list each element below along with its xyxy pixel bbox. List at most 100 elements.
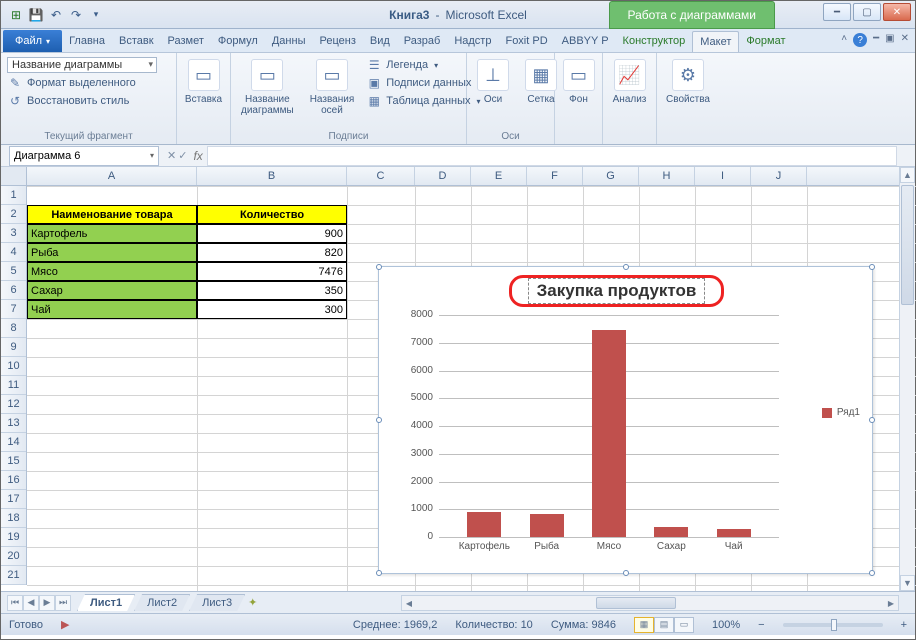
col-header-G[interactable]: G xyxy=(583,167,639,185)
data-table-button[interactable]: ▦Таблица данных▾ xyxy=(366,93,481,109)
axis-titles-button[interactable]: ▭Названия осей xyxy=(306,57,359,118)
row-headers[interactable]: 123456789101112131415161718192021 xyxy=(1,186,27,585)
vscroll-thumb[interactable] xyxy=(901,185,914,305)
cell-A5[interactable]: Мясо xyxy=(27,262,197,281)
save-icon[interactable]: 💾 xyxy=(27,6,45,24)
col-header-H[interactable]: H xyxy=(639,167,695,185)
cell-B3[interactable]: 900 xyxy=(197,224,347,243)
cell-B7[interactable]: 300 xyxy=(197,300,347,319)
mdi-close-icon[interactable]: ✕ xyxy=(901,33,909,47)
ribbon-tab-13[interactable]: Формат xyxy=(739,31,792,52)
ribbon-tab-6[interactable]: Вид xyxy=(363,31,397,52)
sheet-nav-0[interactable]: ⏮ xyxy=(7,595,23,611)
formula-input[interactable] xyxy=(207,146,897,166)
col-header-I[interactable]: I xyxy=(695,167,751,185)
scroll-left-icon[interactable]: ◀ xyxy=(402,596,416,610)
row-header-7[interactable]: 7 xyxy=(1,300,26,319)
horizontal-scrollbar[interactable]: ◀ ▶ xyxy=(401,595,899,611)
ribbon-tab-0[interactable]: Главна xyxy=(62,31,112,52)
row-header-10[interactable]: 10 xyxy=(1,357,26,376)
sheet-nav-1[interactable]: ◀ xyxy=(23,595,39,611)
row-header-12[interactable]: 12 xyxy=(1,395,26,414)
scroll-down-icon[interactable]: ▼ xyxy=(900,575,915,591)
row-header-1[interactable]: 1 xyxy=(1,186,26,205)
bar-Мясо[interactable] xyxy=(592,330,626,537)
vertical-scrollbar[interactable]: ▲ ▼ xyxy=(899,167,915,591)
row-header-5[interactable]: 5 xyxy=(1,262,26,281)
new-sheet-icon[interactable]: ✦ xyxy=(248,596,257,609)
select-all-button[interactable] xyxy=(1,167,27,186)
background-button[interactable]: ▭Фон xyxy=(561,57,596,107)
hscroll-thumb[interactable] xyxy=(596,597,676,609)
mdi-restore-icon[interactable]: ▣ xyxy=(885,33,894,47)
ribbon-tab-8[interactable]: Надстр xyxy=(447,31,498,52)
row-header-16[interactable]: 16 xyxy=(1,471,26,490)
chart-plot-area[interactable]: 010002000300040005000600070008000Картофе… xyxy=(439,315,779,537)
sheet-nav-buttons[interactable]: ⏮◀▶⏭ xyxy=(7,595,71,611)
scroll-up-icon[interactable]: ▲ xyxy=(900,167,915,183)
mdi-minimize-icon[interactable]: ━ xyxy=(873,33,879,47)
cell-A7[interactable]: Чай xyxy=(27,300,197,319)
zoom-out-button[interactable]: − xyxy=(758,619,764,631)
redo-icon[interactable]: ↷ xyxy=(67,6,85,24)
macro-record-icon[interactable]: ▶ xyxy=(61,618,69,631)
data-labels-button[interactable]: ▣Подписи данных▾ xyxy=(366,75,481,91)
row-header-11[interactable]: 11 xyxy=(1,376,26,395)
ribbon-tab-9[interactable]: Foxit PD xyxy=(498,31,554,52)
row-header-19[interactable]: 19 xyxy=(1,528,26,547)
col-header-C[interactable]: C xyxy=(347,167,415,185)
legend-button[interactable]: ☰Легенда▾ xyxy=(366,57,481,73)
insert-shapes-button[interactable]: ▭Вставка xyxy=(183,57,224,107)
help-icon[interactable]: ? xyxy=(853,33,867,47)
cell-A4[interactable]: Рыба xyxy=(27,243,197,262)
cell-A3[interactable]: Картофель xyxy=(27,224,197,243)
col-header-B[interactable]: B xyxy=(197,167,347,185)
reset-style-button[interactable]: ↺Восстановить стиль xyxy=(7,93,170,109)
ribbon-tab-3[interactable]: Формул xyxy=(211,31,265,52)
properties-button[interactable]: ⚙Свойства xyxy=(663,57,713,107)
sheet-tab-Лист3[interactable]: Лист3 xyxy=(189,594,245,611)
cell-B6[interactable]: 350 xyxy=(197,281,347,300)
normal-view-button[interactable]: ▦ xyxy=(634,617,654,633)
cells-area[interactable]: Наименование товараКоличествоКартофель90… xyxy=(27,186,899,591)
row-header-17[interactable]: 17 xyxy=(1,490,26,509)
name-box[interactable]: Диаграмма 6 xyxy=(9,146,159,166)
row-header-9[interactable]: 9 xyxy=(1,338,26,357)
minimize-button[interactable]: ━ xyxy=(823,3,851,21)
ribbon-tab-7[interactable]: Разраб xyxy=(397,31,448,52)
zoom-in-button[interactable]: + xyxy=(901,619,907,631)
row-header-14[interactable]: 14 xyxy=(1,433,26,452)
ribbon-tab-2[interactable]: Размет xyxy=(161,31,211,52)
chart-title-button[interactable]: ▭Название диаграммы xyxy=(237,57,298,118)
bar-Рыба[interactable] xyxy=(530,514,564,537)
qat-more-icon[interactable]: ▾ xyxy=(87,6,105,24)
undo-icon[interactable]: ↶ xyxy=(47,6,65,24)
cancel-formula-icon[interactable]: ✕ xyxy=(167,149,176,162)
row-header-13[interactable]: 13 xyxy=(1,414,26,433)
ribbon-tab-10[interactable]: ABBYY P xyxy=(555,31,616,52)
ribbon-tab-12[interactable]: Макет xyxy=(692,31,739,52)
row-header-6[interactable]: 6 xyxy=(1,281,26,300)
row-header-2[interactable]: 2 xyxy=(1,205,26,224)
row-header-15[interactable]: 15 xyxy=(1,452,26,471)
accept-formula-icon[interactable]: ✓ xyxy=(178,149,187,162)
cell-B5[interactable]: 7476 xyxy=(197,262,347,281)
row-header-21[interactable]: 21 xyxy=(1,566,26,585)
ribbon-tab-1[interactable]: Вставк xyxy=(112,31,161,52)
chart-title[interactable]: Закупка продуктов xyxy=(528,278,706,304)
col-header-E[interactable]: E xyxy=(471,167,527,185)
close-button[interactable]: ✕ xyxy=(883,3,911,21)
row-header-4[interactable]: 4 xyxy=(1,243,26,262)
chart-element-selector[interactable]: Название диаграммы xyxy=(7,57,157,73)
ribbon-tab-5[interactable]: Реценз xyxy=(312,31,362,52)
row-header-8[interactable]: 8 xyxy=(1,319,26,338)
row-header-18[interactable]: 18 xyxy=(1,509,26,528)
row-header-3[interactable]: 3 xyxy=(1,224,26,243)
col-header-A[interactable]: A xyxy=(27,167,197,185)
chart-legend[interactable]: Ряд1 xyxy=(822,407,860,418)
format-selection-button[interactable]: ✎Формат выделенного xyxy=(7,75,170,91)
sheet-nav-3[interactable]: ⏭ xyxy=(55,595,71,611)
cell-B4[interactable]: 820 xyxy=(197,243,347,262)
sheet-tab-Лист2[interactable]: Лист2 xyxy=(134,594,190,611)
col-header-F[interactable]: F xyxy=(527,167,583,185)
